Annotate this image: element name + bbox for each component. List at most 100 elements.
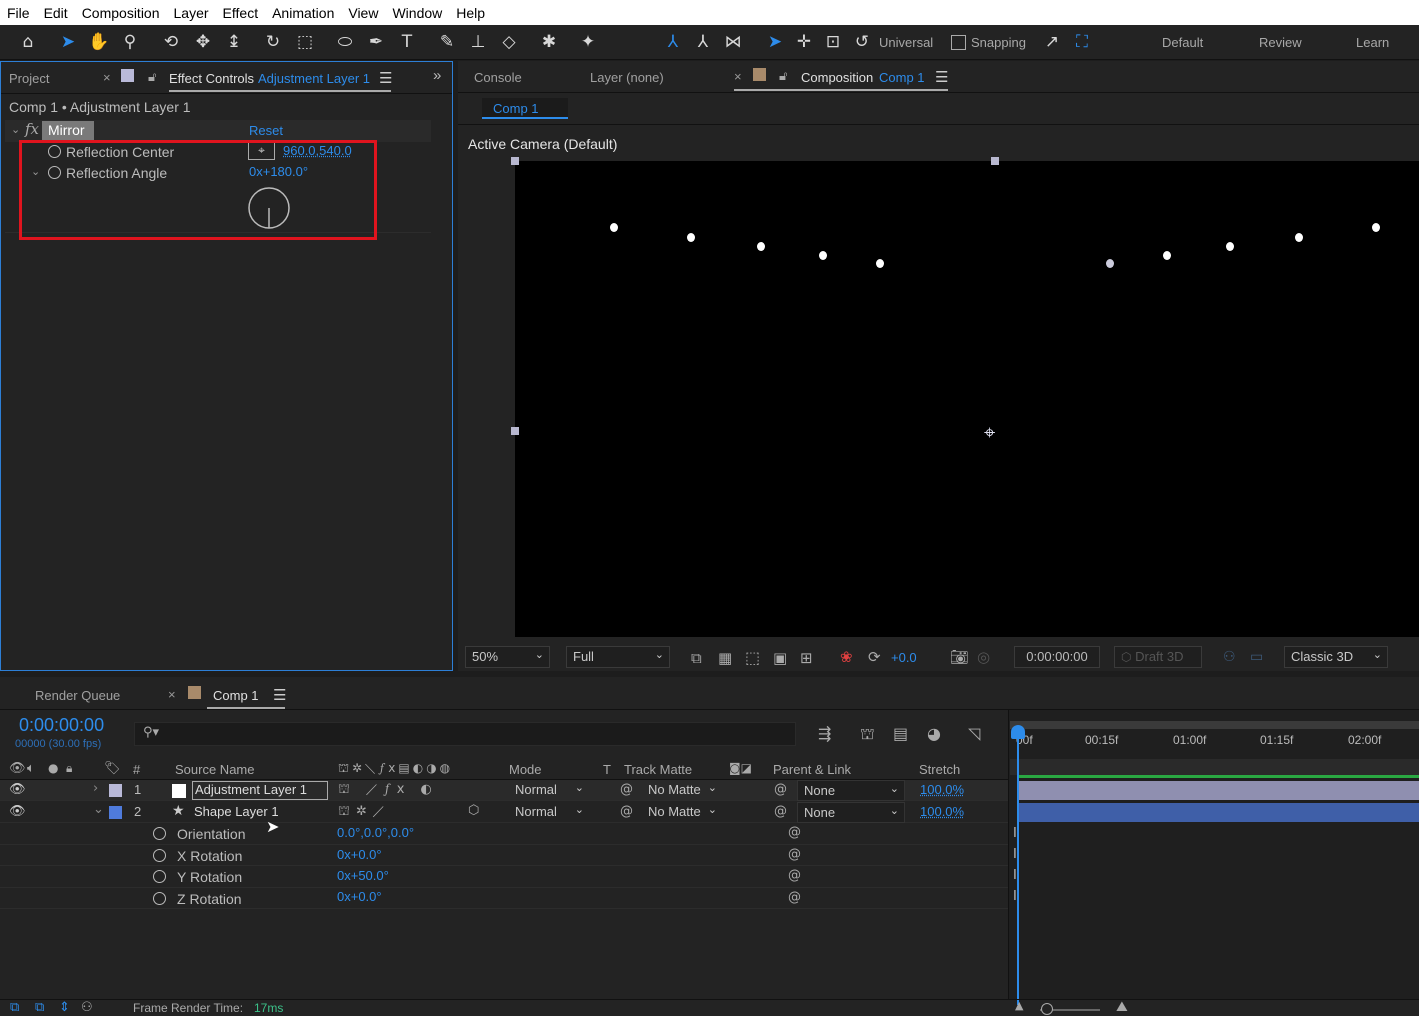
snap-target-icon[interactable]: ⛶: [1069, 30, 1095, 54]
move-icon[interactable]: ✛: [791, 30, 817, 54]
menu-composition[interactable]: Composition: [75, 5, 167, 21]
close-icon[interactable]: ×: [168, 687, 176, 702]
layer-switches[interactable]: ⛫ ⟋𝑓x ◐: [338, 782, 438, 799]
pen-tool-icon[interactable]: ✒: [363, 30, 389, 54]
fx-icon[interactable]: fx: [25, 120, 39, 138]
stopwatch-icon[interactable]: [153, 870, 166, 883]
work-area-bar[interactable]: [1010, 721, 1419, 729]
layer-bar-shape[interactable]: [1018, 803, 1419, 822]
clone-stamp-icon[interactable]: ⊥: [465, 30, 491, 54]
shy-layers-icon[interactable]: ⛫: [860, 724, 875, 745]
timeline-graph[interactable]: [1008, 710, 1419, 1000]
audio-icon[interactable]: 🔈︎: [27, 761, 35, 776]
tab-project[interactable]: Project: [9, 71, 49, 86]
ellipse-tool-icon[interactable]: ⬭: [332, 30, 358, 54]
puppet-pin-icon[interactable]: ✦: [575, 30, 601, 54]
pan-tool-icon[interactable]: ✥: [190, 30, 216, 54]
reset-button[interactable]: Reset: [249, 123, 283, 138]
brush-tool-icon[interactable]: ✎: [434, 30, 460, 54]
label-tag-icon[interactable]: 🏷︎: [104, 761, 121, 776]
monitor-icon[interactable]: ▭: [1250, 649, 1263, 665]
zoom-tool-icon[interactable]: ⚲: [117, 30, 143, 54]
views-icon[interactable]: ⚇: [1223, 649, 1236, 665]
property-value[interactable]: 0x+0.0°: [337, 889, 382, 904]
eye-icon[interactable]: 👁︎: [9, 782, 26, 797]
lock-icon[interactable]: 🔓︎: [779, 68, 787, 84]
snapshot-icon[interactable]: 📷︎: [950, 648, 969, 666]
lock-icon[interactable]: 🔓︎: [148, 69, 156, 85]
eye-icon[interactable]: 👁︎: [9, 761, 26, 776]
universal-select-icon[interactable]: ➤: [762, 30, 788, 54]
pickwhip-icon[interactable]: @: [788, 868, 801, 883]
world-axis-icon[interactable]: ⅄: [690, 30, 716, 54]
layer-handle[interactable]: [511, 157, 519, 165]
layer-label-color[interactable]: [109, 784, 122, 797]
zoom-slider-handle[interactable]: [1041, 1003, 1053, 1015]
workspace-default[interactable]: Default: [1162, 35, 1203, 50]
frame-blending-icon[interactable]: ▤: [893, 724, 908, 743]
reset-exposure-icon[interactable]: ⟳: [868, 648, 881, 666]
resolution-dropdown[interactable]: Full ⌄: [566, 646, 670, 668]
chevron-down-icon[interactable]: ⌄: [11, 123, 20, 136]
scale-icon[interactable]: ⊡: [820, 30, 846, 54]
menu-view[interactable]: View: [341, 5, 385, 21]
tab-render-queue[interactable]: Render Queue: [35, 688, 120, 703]
pickwhip-icon[interactable]: @: [620, 804, 633, 819]
close-icon[interactable]: ×: [103, 70, 111, 85]
tab-effect-controls[interactable]: Effect Controls: [169, 71, 254, 86]
layer-handle[interactable]: [511, 427, 519, 435]
parent-dropdown[interactable]: None ⌄: [797, 802, 905, 823]
solo-icon[interactable]: ●: [48, 761, 58, 775]
graph-editor-icon[interactable]: ◹: [968, 724, 980, 743]
menu-edit[interactable]: Edit: [37, 5, 75, 21]
stretch-value[interactable]: 100.0%: [920, 804, 964, 819]
menu-window[interactable]: Window: [385, 5, 449, 21]
layer-switches-toggle-icon[interactable]: ⧉: [10, 1000, 19, 1015]
grid-guides-icon[interactable]: ⊞: [800, 649, 813, 667]
stopwatch-icon[interactable]: [153, 849, 166, 862]
draft-3d-toggle[interactable]: ⬡ Draft 3D: [1114, 646, 1202, 668]
column-source-name[interactable]: Source Name: [175, 762, 254, 777]
home-icon[interactable]: ⌂: [15, 30, 41, 54]
parent-pickwhip-icon[interactable]: @: [774, 782, 787, 797]
renderer-dropdown[interactable]: Classic 3D ⌄: [1284, 646, 1388, 668]
effect-name[interactable]: Mirror: [48, 122, 85, 138]
stopwatch-icon[interactable]: [153, 827, 166, 840]
composition-canvas[interactable]: [515, 161, 1419, 637]
pickwhip-icon[interactable]: @: [788, 847, 801, 862]
playhead-handle[interactable]: [1011, 725, 1025, 739]
current-time-display[interactable]: 0:00:00:00: [1014, 646, 1100, 668]
3d-layer-icon[interactable]: ⬡: [468, 803, 479, 818]
parent-pickwhip-icon[interactable]: @: [774, 804, 787, 819]
pickwhip-icon[interactable]: @: [788, 890, 801, 905]
snap-options-icon[interactable]: ↗: [1039, 30, 1065, 54]
layer-bar-adjustment[interactable]: [1018, 781, 1419, 800]
render-time-icon[interactable]: ⚇: [81, 1000, 93, 1015]
mask-visibility-icon[interactable]: ⬚: [745, 648, 760, 667]
fast-preview-icon[interactable]: ⧉: [691, 649, 702, 667]
menu-effect[interactable]: Effect: [216, 5, 266, 21]
layer-name-field[interactable]: Adjustment Layer 1: [192, 781, 328, 800]
view-axis-icon[interactable]: ⋈: [720, 30, 746, 54]
comp-subtab[interactable]: Comp 1: [482, 98, 568, 119]
local-axis-icon[interactable]: ⅄: [660, 30, 686, 54]
lock-icon[interactable]: 🔒︎: [66, 761, 72, 776]
rotate-tool-icon[interactable]: ↻: [260, 30, 286, 54]
selection-tool-icon[interactable]: ➤: [55, 30, 81, 54]
zoom-dropdown[interactable]: 50% ⌄: [465, 646, 550, 668]
panel-menu-icon[interactable]: ☰: [273, 686, 286, 704]
chevron-right-icon[interactable]: ›: [93, 781, 98, 796]
playhead[interactable]: [1017, 735, 1019, 1005]
stretch-value[interactable]: 100.0%: [920, 782, 964, 797]
rotate-icon[interactable]: ↺: [849, 30, 875, 54]
mode-dropdown[interactable]: Normal ⌄: [509, 802, 589, 823]
track-matte-dropdown[interactable]: No Matte ⌄: [642, 780, 722, 801]
region-of-interest-icon[interactable]: ▣: [773, 649, 787, 667]
roto-brush-icon[interactable]: ✱: [536, 30, 562, 54]
hand-tool-icon[interactable]: ✋: [86, 30, 112, 54]
mode-dropdown[interactable]: Normal ⌄: [509, 780, 589, 801]
zoom-in-icon[interactable]: ⛰︎: [1116, 999, 1128, 1015]
property-value[interactable]: 0x+0.0°: [337, 847, 382, 862]
comp-mini-flowchart-icon[interactable]: ⇶: [818, 724, 831, 743]
exposure-value[interactable]: +0.0: [891, 650, 917, 665]
